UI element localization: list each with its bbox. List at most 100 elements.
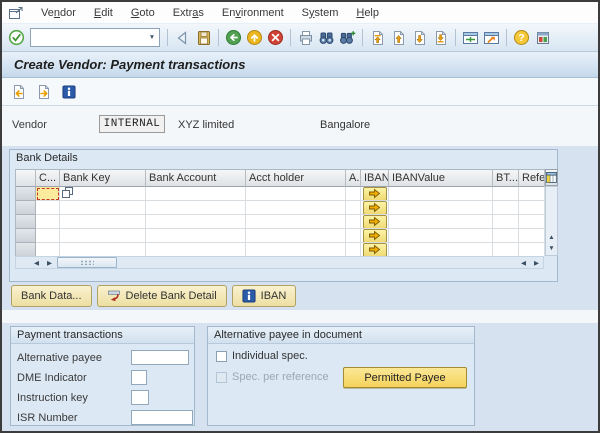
iban-detail-button[interactable] xyxy=(363,229,387,243)
new-session-icon[interactable] xyxy=(460,27,481,48)
permitted-payee-button[interactable]: Permitted Payee xyxy=(343,367,467,388)
vendor-number-field[interactable]: INTERNAL xyxy=(99,115,165,133)
table-cell[interactable] xyxy=(246,215,346,229)
table-cell[interactable] xyxy=(493,187,519,201)
table-cell[interactable] xyxy=(389,215,493,229)
column-header-bankaccount[interactable]: Bank Account xyxy=(146,170,246,187)
table-cell[interactable] xyxy=(493,243,519,257)
table-cell[interactable] xyxy=(346,201,361,215)
row-selector[interactable] xyxy=(16,229,36,243)
column-header-acctholder[interactable]: Acct holder xyxy=(246,170,346,187)
first-page-icon[interactable] xyxy=(367,27,388,48)
table-cell[interactable] xyxy=(146,215,246,229)
find-next-icon[interactable] xyxy=(337,27,358,48)
save-icon[interactable] xyxy=(193,27,214,48)
table-cell[interactable] xyxy=(246,243,346,257)
menu-edit[interactable]: Edit xyxy=(85,5,122,21)
create-shortcut-icon[interactable] xyxy=(481,27,502,48)
checkbox-box[interactable] xyxy=(216,351,227,362)
individual-spec-checkbox[interactable]: Individual spec. xyxy=(216,350,308,362)
table-cell[interactable] xyxy=(60,215,146,229)
column-header-selector[interactable] xyxy=(16,170,36,187)
table-cell[interactable] xyxy=(389,229,493,243)
scrollbar-thumb[interactable] xyxy=(57,257,117,268)
bank-data-button[interactable]: Bank Data... xyxy=(11,285,92,307)
copy-cells-icon[interactable] xyxy=(61,187,74,201)
vertical-scrollbar[interactable]: ▲ ▼ xyxy=(545,186,558,256)
page-up-icon[interactable] xyxy=(388,27,409,48)
column-header-refe[interactable]: Refe xyxy=(519,170,545,187)
iban-detail-button[interactable] xyxy=(363,215,387,229)
table-cell[interactable] xyxy=(246,187,346,201)
table-cell[interactable] xyxy=(246,201,346,215)
table-cell[interactable] xyxy=(361,229,389,243)
table-cell[interactable] xyxy=(361,187,389,201)
row-selector[interactable] xyxy=(16,243,36,257)
table-cell[interactable] xyxy=(346,215,361,229)
table-cell[interactable] xyxy=(246,229,346,243)
table-cell[interactable] xyxy=(361,243,389,257)
table-cell[interactable] xyxy=(36,243,60,257)
find-icon[interactable] xyxy=(316,27,337,48)
table-cell[interactable] xyxy=(346,243,361,257)
table-cell[interactable] xyxy=(346,187,361,201)
table-cell[interactable] xyxy=(519,201,545,215)
help-icon[interactable]: ? xyxy=(511,27,532,48)
table-cell[interactable] xyxy=(36,201,60,215)
enter-icon[interactable] xyxy=(6,27,27,48)
scroll-down-icon[interactable]: ▼ xyxy=(546,244,557,255)
menu-environment[interactable]: Environment xyxy=(213,5,293,21)
table-cell[interactable] xyxy=(389,243,493,257)
table-cell[interactable] xyxy=(493,229,519,243)
table-cell[interactable] xyxy=(60,243,146,257)
page-down-icon[interactable] xyxy=(409,27,430,48)
back-arrow-icon[interactable] xyxy=(172,27,193,48)
table-cell[interactable] xyxy=(361,215,389,229)
iban-detail-button[interactable] xyxy=(363,187,387,201)
table-cell[interactable] xyxy=(146,201,246,215)
menu-goto[interactable]: Goto xyxy=(122,5,164,21)
nav-back-icon[interactable] xyxy=(223,27,244,48)
table-cell[interactable] xyxy=(389,187,493,201)
table-cell[interactable] xyxy=(146,187,246,201)
iban-button[interactable]: IBAN xyxy=(232,285,297,307)
previous-screen-icon[interactable] xyxy=(9,82,29,102)
print-icon[interactable] xyxy=(295,27,316,48)
table-settings-icon[interactable] xyxy=(545,169,558,186)
nav-cancel-icon[interactable] xyxy=(265,27,286,48)
column-header-c[interactable]: C... xyxy=(36,170,60,187)
iban-detail-button[interactable] xyxy=(363,243,387,257)
instruction-key-field[interactable] xyxy=(131,390,149,405)
menu-extras[interactable]: Extras xyxy=(164,5,213,21)
table-cell[interactable] xyxy=(146,229,246,243)
horizontal-scrollbar[interactable]: ◀ ▶ ◀ ▶ xyxy=(15,256,544,269)
scroll-left-icon-2[interactable]: ◀ xyxy=(517,257,530,268)
dme-indicator-field[interactable] xyxy=(131,370,147,385)
info-icon[interactable] xyxy=(59,82,79,102)
last-page-icon[interactable] xyxy=(430,27,451,48)
column-header-ibanvalue[interactable]: IBANValue xyxy=(389,170,493,187)
table-cell[interactable] xyxy=(36,215,60,229)
isr-number-field[interactable] xyxy=(131,410,193,425)
table-cell[interactable] xyxy=(519,187,545,201)
table-cell[interactable] xyxy=(519,229,545,243)
customize-layout-icon[interactable] xyxy=(532,27,553,48)
menu-vendor[interactable]: Vendor xyxy=(32,5,85,21)
system-menu-icon[interactable] xyxy=(6,5,26,21)
column-header-bankkey[interactable]: Bank Key xyxy=(60,170,146,187)
command-field[interactable]: ▼ xyxy=(30,28,160,47)
table-cell[interactable] xyxy=(146,243,246,257)
alternative-payee-field[interactable] xyxy=(131,350,189,365)
menu-system[interactable]: System xyxy=(293,5,348,21)
scroll-right-icon-2[interactable]: ▶ xyxy=(530,257,543,268)
scroll-right-icon[interactable]: ▶ xyxy=(43,257,56,268)
nav-exit-icon[interactable] xyxy=(244,27,265,48)
row-selector[interactable] xyxy=(16,201,36,215)
row-selector[interactable] xyxy=(16,215,36,229)
table-cell[interactable] xyxy=(493,215,519,229)
column-header-bt[interactable]: BT... xyxy=(493,170,519,187)
column-header-iban[interactable]: IBAN xyxy=(361,170,389,187)
table-cell[interactable] xyxy=(493,201,519,215)
table-cell[interactable] xyxy=(346,229,361,243)
table-cell[interactable] xyxy=(60,229,146,243)
